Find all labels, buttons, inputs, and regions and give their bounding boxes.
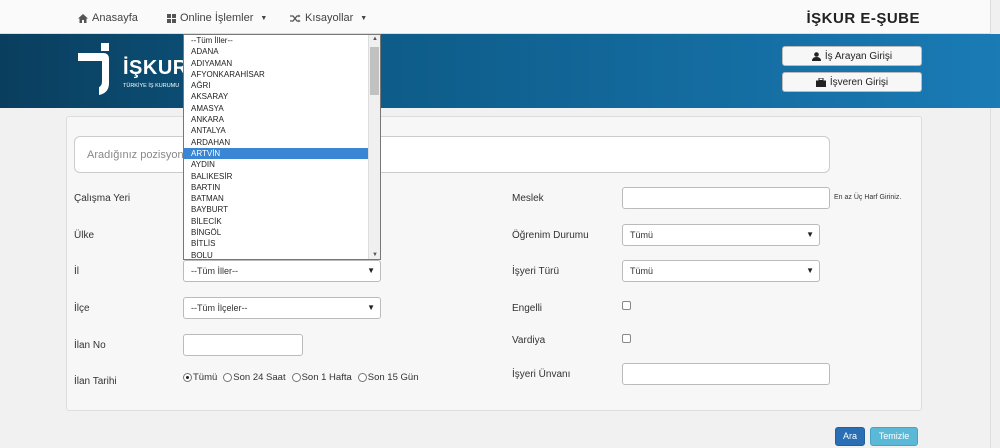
caret-down-icon: ▼	[367, 303, 375, 312]
grid-icon	[167, 13, 176, 23]
logo-subtitle: TÜRKİYE İŞ KURUMU	[123, 83, 180, 89]
brand-title: İŞKUR E-ŞUBE	[806, 10, 920, 27]
city-option[interactable]: ADIYAMAN	[184, 58, 370, 69]
radio-24h-label: Son 24 Saat	[233, 372, 286, 383]
scroll-thumb[interactable]	[370, 47, 379, 95]
clear-button[interactable]: Temizle	[870, 427, 918, 446]
search-button[interactable]: Ara	[835, 427, 865, 446]
profession-hint: En az Üç Harf Giriniz.	[834, 194, 902, 201]
city-option[interactable]: BOLU	[184, 250, 370, 259]
logo-text: İŞKUR	[123, 57, 188, 79]
city-option[interactable]: AKSARAY	[184, 91, 370, 102]
work-place-label: Çalışma Yeri	[74, 193, 131, 204]
employer-login-label: İşveren Girişi	[829, 76, 889, 88]
workplace-type-select-value: Tümü	[630, 266, 654, 276]
briefcase-icon	[815, 77, 826, 87]
profession-input[interactable]	[622, 187, 830, 209]
caret-down-icon: ▼	[806, 266, 814, 275]
job-seeker-login-button[interactable]: İş Arayan Girişi	[782, 46, 922, 66]
caret-down-icon: ▼	[367, 266, 375, 275]
radio-dot[interactable]	[291, 373, 301, 382]
caret-down-icon: ▼	[260, 14, 268, 22]
radio-dot[interactable]	[223, 373, 233, 382]
radio-24h[interactable]: Son 24 Saat	[223, 372, 286, 383]
scroll-down-icon[interactable]: ▼	[372, 252, 378, 258]
workplace-title-label: İşyeri Ünvanı	[512, 369, 571, 380]
nav-home[interactable]: Anasayfa	[78, 12, 138, 24]
disabled-checkbox[interactable]	[622, 301, 631, 310]
radio-15days[interactable]: Son 15 Gün	[357, 372, 419, 383]
city-option[interactable]: BALIKESİR	[184, 171, 370, 182]
caret-down-icon: ▼	[806, 230, 814, 239]
listing-no-input[interactable]	[183, 334, 303, 356]
city-option[interactable]: ADANA	[184, 46, 370, 57]
listing-no-label: İlan No	[74, 340, 106, 351]
header-banner: İŞKUR TÜRKİYE İŞ KURUMU İş Arayan Girişi…	[0, 34, 1000, 108]
workplace-title-input[interactable]	[622, 363, 830, 385]
radio-dot[interactable]	[357, 373, 367, 382]
city-option[interactable]: AFYONKARAHİSAR	[184, 69, 370, 80]
radio-1week-label: Son 1 Hafta	[301, 372, 352, 383]
nav-online-islemler[interactable]: Online İşlemler ▼	[167, 12, 267, 24]
city-option[interactable]: AĞRI	[184, 80, 370, 91]
city-option[interactable]: BİLECİK	[184, 216, 370, 227]
listing-date-radio-group: Tümü Son 24 Saat Son 1 Hafta Son 15 Gün	[183, 372, 418, 383]
profession-label: Meslek	[512, 193, 544, 204]
city-dropdown-list[interactable]: --Tüm İller-- ADANA ADIYAMAN AFYONKARAHİSAR…	[183, 34, 381, 260]
education-select-value: Tümü	[630, 230, 654, 240]
city-option[interactable]: BARTIN	[184, 182, 370, 193]
shuffle-icon	[290, 14, 301, 22]
education-label: Öğrenim Durumu	[512, 230, 589, 241]
city-select-value: --Tüm İller--	[191, 266, 238, 276]
city-option[interactable]: ANTALYA	[184, 125, 370, 136]
nav-online-label: Online İşlemler	[180, 12, 254, 24]
education-select[interactable]: Tümü ▼	[622, 224, 820, 246]
city-option[interactable]: ARDAHAN	[184, 137, 370, 148]
workplace-type-select[interactable]: Tümü ▼	[622, 260, 820, 282]
shift-label: Vardiya	[512, 335, 546, 346]
city-option[interactable]: AYDIN	[184, 159, 370, 170]
caret-down-icon: ▼	[360, 14, 368, 22]
district-select-value: --Tüm İlçeler--	[191, 303, 248, 313]
city-dropdown-items: --Tüm İller-- ADANA ADIYAMAN AFYONKARAHİSAR…	[184, 35, 380, 259]
city-option[interactable]: BAYBURT	[184, 204, 370, 215]
disabled-label: Engelli	[512, 303, 543, 314]
city-option[interactable]: --Tüm İller--	[184, 35, 370, 46]
iskur-logo-mark	[78, 43, 109, 95]
city-option[interactable]: BİTLİS	[184, 238, 370, 249]
radio-all[interactable]: Tümü	[183, 372, 217, 383]
dropdown-scrollbar[interactable]: ▲ ▼	[368, 35, 380, 259]
nav-kisayollar[interactable]: Kısayollar ▼	[290, 12, 367, 24]
employer-login-button[interactable]: İşveren Girişi	[782, 72, 922, 92]
city-option[interactable]: ANKARA	[184, 114, 370, 125]
radio-1week[interactable]: Son 1 Hafta	[291, 372, 352, 383]
listing-date-label: İlan Tarihi	[74, 376, 117, 387]
radio-15days-label: Son 15 Gün	[367, 372, 419, 383]
district-label: İlçe	[74, 303, 90, 314]
radio-all-label: Tümü	[193, 372, 218, 383]
city-option[interactable]: BATMAN	[184, 193, 370, 204]
shift-checkbox[interactable]	[622, 334, 631, 343]
top-navbar: Anasayfa Online İşlemler ▼ Kısayollar ▼ …	[0, 0, 990, 34]
city-option[interactable]: ARTVİN	[184, 147, 370, 160]
city-option[interactable]: AMASYA	[184, 103, 370, 114]
district-select[interactable]: --Tüm İlçeler-- ▼	[183, 297, 381, 319]
home-icon	[78, 13, 88, 23]
user-icon	[811, 51, 821, 61]
iskur-logo[interactable]: İŞKUR TÜRKİYE İŞ KURUMU	[75, 41, 188, 97]
city-label: İl	[74, 266, 79, 277]
nav-kisayollar-label: Kısayollar	[305, 12, 354, 24]
scroll-up-icon[interactable]: ▲	[372, 36, 378, 42]
workplace-type-label: İşyeri Türü	[512, 266, 560, 277]
nav-home-label: Anasayfa	[92, 12, 138, 24]
country-label: Ülke	[74, 230, 95, 241]
city-select[interactable]: --Tüm İller-- ▼	[183, 260, 381, 282]
radio-dot[interactable]	[183, 373, 192, 382]
city-option[interactable]: BİNGÖL	[184, 227, 370, 238]
job-seeker-login-label: İş Arayan Girişi	[824, 50, 893, 62]
